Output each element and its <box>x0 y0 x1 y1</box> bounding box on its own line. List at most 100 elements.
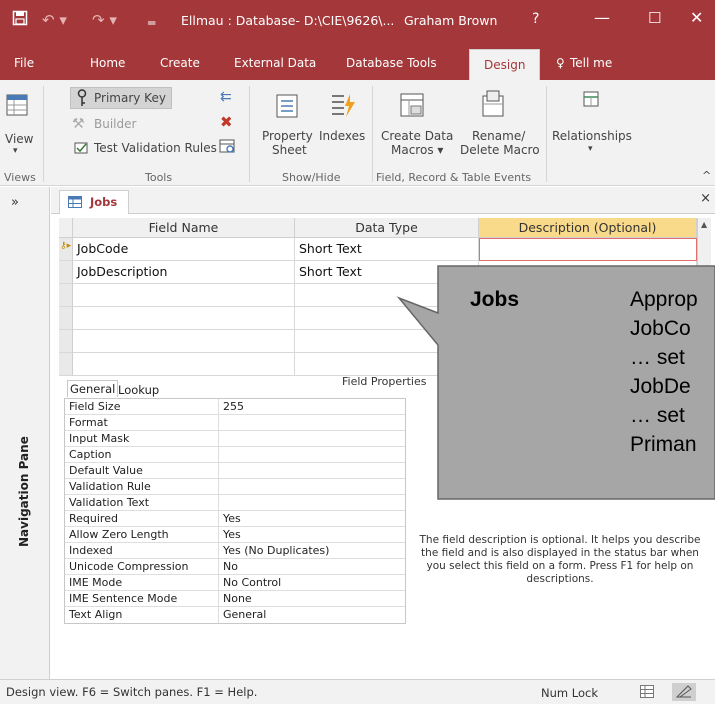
close-icon[interactable]: ✕ <box>690 8 703 28</box>
property-row[interactable]: IME Mode No Control <box>65 575 405 591</box>
property-value[interactable]: None <box>221 591 252 606</box>
property-value[interactable]: General <box>221 607 266 622</box>
navigation-pane[interactable]: » Navigation Pane <box>0 187 50 679</box>
relationships-button[interactable]: Relationships <box>552 129 632 143</box>
header-field-name[interactable]: Field Name <box>73 218 295 238</box>
builder-button[interactable]: Builder <box>94 117 136 131</box>
scroll-up-icon[interactable]: ▲ <box>701 220 707 229</box>
create-data-macros-button-line2[interactable]: Macros ▾ <box>391 143 443 157</box>
rename-delete-macro-icon[interactable] <box>481 90 505 121</box>
view-chevron-down-icon[interactable]: ▾ <box>13 146 18 156</box>
property-row[interactable]: Field Size 255 <box>65 399 405 415</box>
property-row[interactable]: Validation Rule <box>65 479 405 495</box>
create-data-macros-icon[interactable] <box>399 92 425 121</box>
tab-general[interactable]: General <box>67 380 119 397</box>
user-name[interactable]: Graham Brown <box>404 13 497 28</box>
property-value[interactable]: Yes <box>221 527 241 542</box>
relationships-chevron-down-icon[interactable]: ▾ <box>588 144 593 154</box>
description-cell[interactable] <box>479 238 697 261</box>
property-row[interactable]: Required Yes <box>65 511 405 527</box>
property-value[interactable]: Yes (No Duplicates) <box>221 543 329 558</box>
description-cell[interactable] <box>479 261 697 284</box>
field-name-cell[interactable] <box>73 284 295 307</box>
field-name-cell[interactable] <box>73 307 295 330</box>
table-row[interactable]: JobCode Short Text <box>73 238 697 261</box>
field-name-cell[interactable] <box>73 330 295 353</box>
data-type-cell[interactable] <box>295 284 479 307</box>
save-icon[interactable] <box>12 10 28 31</box>
data-type-cell[interactable]: Short Text <box>295 238 479 261</box>
tab-file[interactable]: File <box>14 56 34 70</box>
customize-toolbar-icon[interactable]: ═ <box>148 13 155 33</box>
property-sheet-icon[interactable] <box>276 94 298 121</box>
header-data-type[interactable]: Data Type <box>295 218 479 238</box>
property-value[interactable]: Yes <box>221 511 241 526</box>
expand-nav-chevron-icon[interactable]: » <box>11 195 19 210</box>
test-validation-icon[interactable] <box>73 140 89 159</box>
design-view-icon[interactable] <box>672 683 696 701</box>
property-row[interactable]: Format <box>65 415 405 431</box>
help-icon[interactable]: ? <box>532 11 539 27</box>
row-selector[interactable] <box>59 353 73 376</box>
field-name-cell[interactable]: JobCode <box>73 238 295 261</box>
property-value[interactable]: 255 <box>221 399 244 414</box>
row-selector[interactable] <box>59 261 73 284</box>
relationships-icon[interactable] <box>582 90 600 111</box>
datasheet-view-icon[interactable] <box>640 685 654 701</box>
property-value[interactable]: No Control <box>221 575 281 590</box>
indexes-button[interactable]: Indexes <box>319 129 365 143</box>
redo-icon[interactable]: ↷ ▾ <box>92 10 117 30</box>
tab-home[interactable]: Home <box>90 56 125 70</box>
tab-database-tools[interactable]: Database Tools <box>346 56 437 70</box>
tab-design[interactable]: Design <box>469 49 541 80</box>
table-row[interactable] <box>73 307 697 330</box>
field-name-cell[interactable]: JobDescription <box>73 261 295 284</box>
lightbulb-icon[interactable]: ♀ <box>556 56 565 70</box>
insert-rows-icon[interactable]: ⇇ <box>220 89 232 105</box>
row-selector[interactable] <box>59 284 73 307</box>
data-type-cell[interactable] <box>295 330 479 353</box>
tab-external-data[interactable]: External Data <box>234 56 316 70</box>
property-value[interactable]: No <box>221 559 238 574</box>
header-description[interactable]: Description (Optional) <box>479 218 697 238</box>
navigation-pane-label[interactable]: Navigation Pane <box>17 436 31 547</box>
data-type-cell[interactable] <box>295 353 479 376</box>
row-selector[interactable]: ⚷▸ <box>59 238 73 261</box>
create-data-macros-button[interactable]: Create Data <box>381 129 453 143</box>
tab-create[interactable]: Create <box>160 56 200 70</box>
property-sheet-button[interactable]: Property <box>262 129 313 143</box>
view-icon[interactable] <box>6 94 28 119</box>
modify-lookups-icon[interactable] <box>219 138 236 157</box>
rename-delete-macro-button[interactable]: Rename/ <box>472 129 525 143</box>
property-row[interactable]: Indexed Yes (No Duplicates) <box>65 543 405 559</box>
property-row[interactable]: Caption <box>65 447 405 463</box>
test-validation-rules-button[interactable]: Test Validation Rules <box>94 141 217 155</box>
property-row[interactable]: Allow Zero Length Yes <box>65 527 405 543</box>
indexes-icon[interactable] <box>330 92 356 121</box>
property-sheet-button-line2[interactable]: Sheet <box>272 143 307 157</box>
row-selector[interactable] <box>59 330 73 353</box>
row-selector[interactable] <box>59 307 73 330</box>
close-document-icon[interactable]: × <box>700 191 711 206</box>
tab-lookup[interactable]: Lookup <box>118 383 159 397</box>
table-row[interactable] <box>73 284 697 307</box>
property-row[interactable]: Unicode Compression No <box>65 559 405 575</box>
data-type-cell[interactable] <box>295 307 479 330</box>
table-row[interactable] <box>73 330 697 353</box>
minimize-icon[interactable]: — <box>594 8 610 28</box>
property-row[interactable]: Validation Text <box>65 495 405 511</box>
rename-delete-macro-button-line2[interactable]: Delete Macro <box>460 143 540 157</box>
doc-tab-jobs[interactable]: Jobs <box>59 190 129 214</box>
delete-rows-icon[interactable]: ✖ <box>220 113 233 131</box>
grid-scrollbar[interactable]: ▲ <box>697 218 711 343</box>
view-button[interactable]: View <box>5 132 33 146</box>
primary-key-button[interactable]: Primary Key <box>94 91 166 105</box>
data-type-cell[interactable]: Short Text <box>295 261 479 284</box>
key-icon[interactable] <box>76 89 88 110</box>
collapse-ribbon-icon[interactable]: ^ <box>702 169 711 182</box>
restore-icon[interactable]: ☐ <box>648 8 661 28</box>
undo-icon[interactable]: ↶ ▾ <box>42 10 67 30</box>
tell-me-input[interactable]: Tell me <box>570 56 612 70</box>
property-row[interactable]: Text Align General <box>65 607 405 623</box>
table-row[interactable] <box>73 353 697 376</box>
